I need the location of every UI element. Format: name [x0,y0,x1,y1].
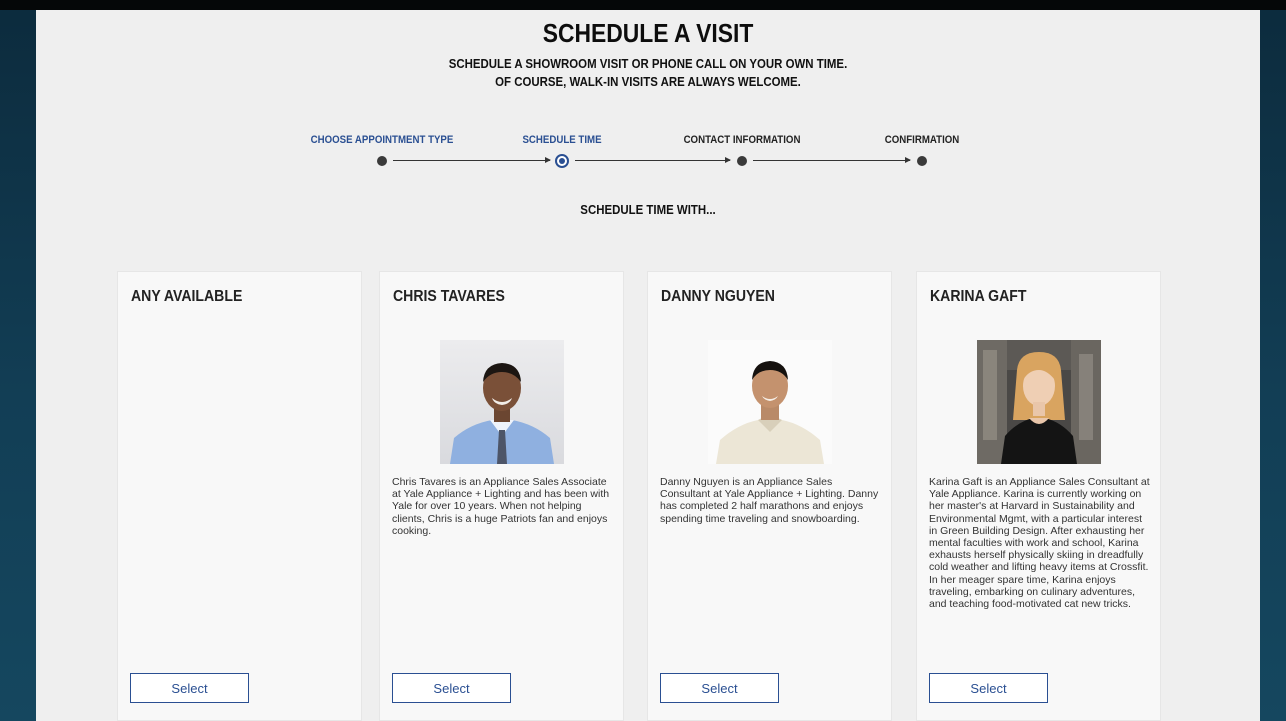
consultant-name: KARINA GAFT [930,288,1027,305]
select-button-danny-nguyen[interactable]: Select [660,673,779,703]
step-dot-confirmation [917,156,927,166]
step-arrow [393,157,551,163]
step-arrow [753,157,911,163]
step-label-contact-information: CONTACT INFORMATION [683,134,801,146]
progress-steps: CHOOSE APPOINTMENT TYPE SCHEDULE TIME CO… [36,10,1260,190]
select-button-chris-tavares[interactable]: Select [392,673,511,703]
consultant-bio: Karina Gaft is an Appliance Sales Consul… [929,476,1150,611]
window-top-edge [0,0,1286,10]
consultant-card-karina-gaft: KARINA GAFT Karina Gaft is an Appliance … [916,271,1161,721]
consultant-name: DANNY NGUYEN [661,288,775,305]
select-button-any-available[interactable]: Select [130,673,249,703]
step-arrow [575,157,731,163]
consultant-photo-danny-nguyen [708,340,832,464]
consultant-photo-karina-gaft [977,340,1101,464]
consultant-name: CHRIS TAVARES [393,288,505,305]
step-label-confirmation: CONFIRMATION [884,134,960,146]
schedule-visit-page: SCHEDULE A VISIT SCHEDULE A SHOWROOM VIS… [36,10,1260,721]
section-heading: SCHEDULE TIME WITH... [580,202,716,217]
consultant-bio: Danny Nguyen is an Appliance Sales Consu… [660,476,879,525]
consultant-name: ANY AVAILABLE [131,288,243,305]
select-button-karina-gaft[interactable]: Select [929,673,1048,703]
consultant-photo-chris-tavares [440,340,564,464]
step-dot-appointment-type[interactable] [377,156,387,166]
consultant-card-chris-tavares: CHRIS TAVARES Chris Tavares is an Applia… [379,271,624,721]
consultant-card-any-available: ANY AVAILABLE Select [117,271,362,721]
consultant-bio: Chris Tavares is an Appliance Sales Asso… [392,476,610,537]
step-dot-schedule-time-current [555,154,569,168]
step-label-schedule-time: SCHEDULE TIME [522,134,602,146]
step-dot-contact-information [737,156,747,166]
step-label-appointment-type[interactable]: CHOOSE APPOINTMENT TYPE [311,134,454,146]
consultant-card-danny-nguyen: DANNY NGUYEN Danny Nguyen is an Applianc… [647,271,892,721]
